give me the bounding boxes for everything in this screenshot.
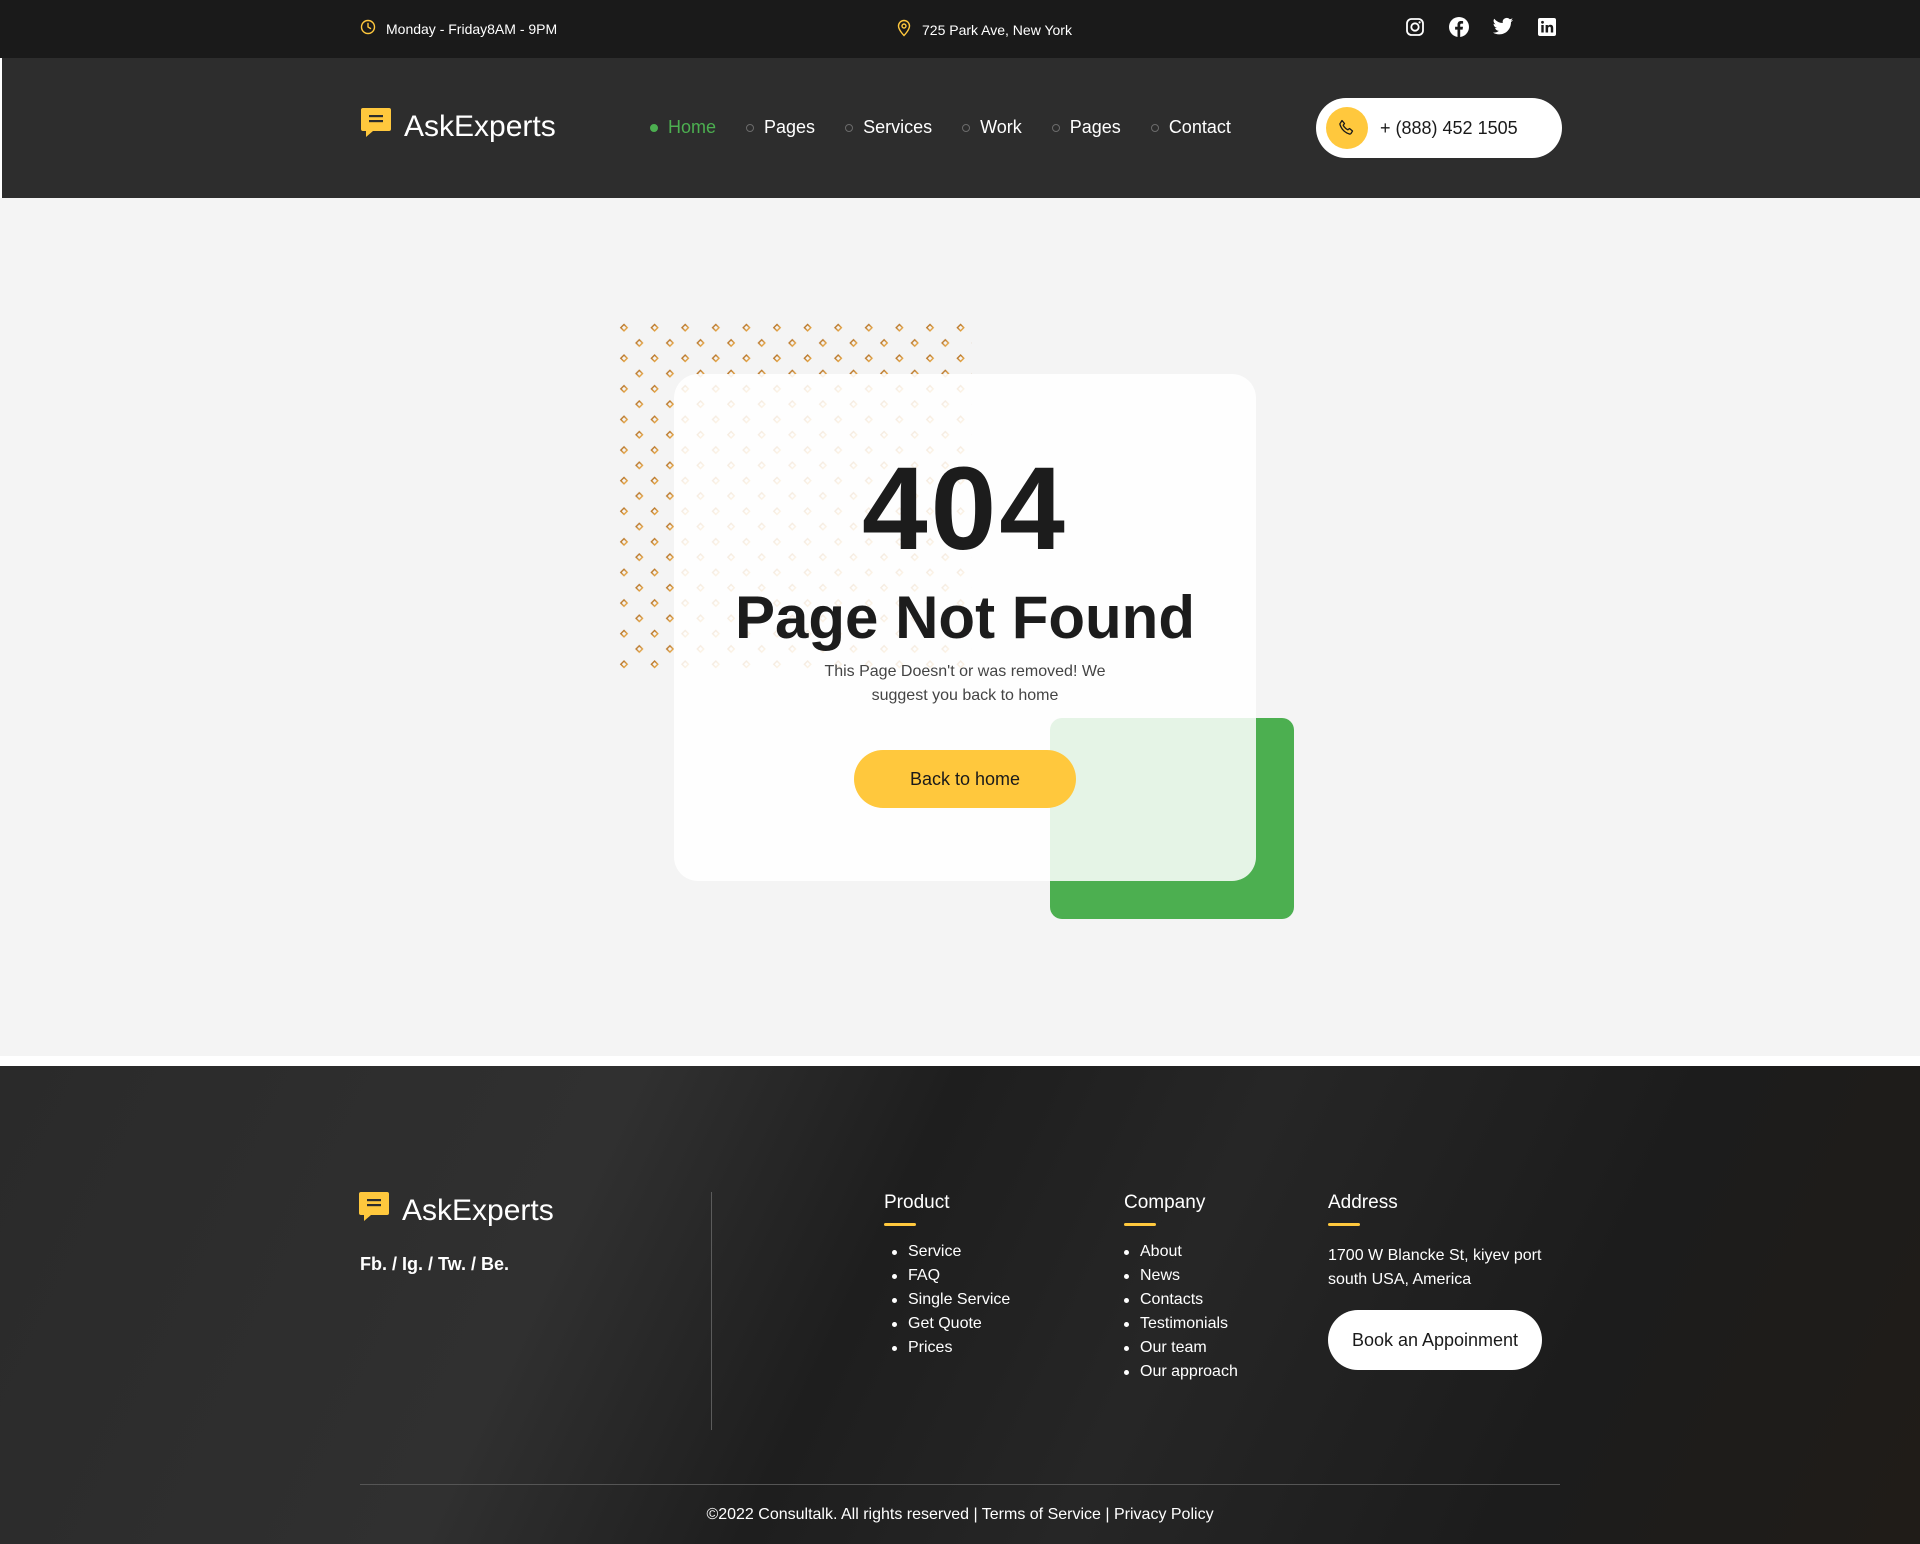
- main-header: AskExperts Home Pages Services Work Page…: [0, 58, 1920, 198]
- error-code: 404: [862, 443, 1068, 575]
- nav-item-services[interactable]: Services: [845, 117, 932, 138]
- site-footer: AskExperts Fb. / Ig. / Tw. / Be. Product…: [0, 1066, 1920, 1544]
- nav-dot: [845, 123, 854, 132]
- social-links: [1404, 16, 1558, 38]
- nav-item-contact[interactable]: Contact: [1150, 117, 1231, 138]
- nav-dot: [650, 123, 658, 132]
- chat-bubble-logo-icon: [360, 106, 392, 148]
- footer-address-column: Address 1700 W Blancke St, kiyev port so…: [1328, 1192, 1568, 1370]
- nav-dot: [746, 123, 755, 132]
- nav-dot: [1051, 123, 1060, 132]
- nav-dot: [962, 123, 971, 132]
- footer-link-news[interactable]: News: [1124, 1264, 1238, 1288]
- footer-link-get-quote[interactable]: Get Quote: [884, 1312, 1010, 1336]
- nav-item-home[interactable]: Home: [650, 117, 716, 138]
- footer-product-title: Product: [884, 1192, 1010, 1226]
- footer-link-our-approach[interactable]: Our approach: [1124, 1360, 1238, 1384]
- top-address: 725 Park Ave, New York: [896, 19, 1072, 40]
- phone-number: + (888) 452 1505: [1380, 117, 1518, 138]
- privacy-policy-link[interactable]: Privacy Policy: [1114, 1506, 1214, 1523]
- error-title: Page Not Found: [735, 584, 1195, 651]
- footer-address-title: Address: [1328, 1192, 1568, 1226]
- opening-hours: Monday - Friday8AM - 9PM: [360, 19, 557, 38]
- instagram-icon[interactable]: [1404, 16, 1426, 38]
- brand-name: AskExperts: [404, 110, 556, 143]
- top-address-text: 725 Park Ave, New York: [922, 21, 1072, 38]
- footer-product-column: Product Service FAQ Single Service Get Q…: [884, 1192, 1010, 1360]
- nav-label: Services: [863, 117, 933, 137]
- twitter-icon[interactable]: [1492, 16, 1514, 38]
- nav-label: Contact: [1168, 117, 1231, 137]
- facebook-icon[interactable]: [1448, 16, 1470, 38]
- copyright-bar: ©2022 Consultalk. All rights reserved | …: [0, 1506, 1920, 1524]
- footer-bottom-divider: [360, 1484, 1560, 1485]
- footer-link-faq[interactable]: FAQ: [884, 1264, 1010, 1288]
- error-card: 404 Page Not Found This Page Doesn't or …: [674, 374, 1256, 881]
- footer-link-prices[interactable]: Prices: [884, 1336, 1010, 1360]
- main-nav: Home Pages Services Work Pages Contact: [650, 117, 1231, 138]
- copyright-text: ©2022 Consultalk. All rights reserved |: [706, 1506, 978, 1523]
- footer-brand-logo[interactable]: AskExperts: [358, 1190, 554, 1232]
- footer-link-contacts[interactable]: Contacts: [1124, 1288, 1238, 1312]
- footer-company-title: Company: [1124, 1192, 1238, 1226]
- nav-dot: [1150, 123, 1159, 132]
- copyright-separator: |: [1105, 1506, 1110, 1523]
- top-bar: Monday - Friday8AM - 9PM 725 Park Ave, N…: [0, 0, 1920, 58]
- nav-label: Home: [668, 117, 717, 137]
- chat-bubble-logo-icon: [358, 1190, 390, 1232]
- footer-link-single-service[interactable]: Single Service: [884, 1288, 1010, 1312]
- nav-label: Work: [980, 117, 1022, 137]
- footer-social-links[interactable]: Fb. / Ig. / Tw. / Be.: [360, 1254, 509, 1275]
- phone-icon: [1326, 107, 1368, 149]
- error-description: This Page Doesn't or was removed! We sug…: [824, 663, 1106, 704]
- location-pin-icon: [896, 19, 912, 40]
- error-section: 404 Page Not Found This Page Doesn't or …: [0, 198, 1920, 1056]
- footer-link-about[interactable]: About: [1124, 1240, 1238, 1264]
- footer-divider: [711, 1192, 712, 1430]
- nav-label: Pages: [764, 117, 816, 137]
- clock-icon: [360, 19, 376, 38]
- terms-of-service-link[interactable]: Terms of Service: [982, 1506, 1101, 1523]
- opening-hours-text: Monday - Friday8AM - 9PM: [386, 20, 558, 37]
- book-appointment-button[interactable]: Book an Appoinment: [1328, 1310, 1542, 1370]
- footer-link-our-team[interactable]: Our team: [1124, 1336, 1238, 1360]
- footer-link-service[interactable]: Service: [884, 1240, 1010, 1264]
- brand-logo[interactable]: AskExperts: [360, 106, 556, 148]
- nav-label: Pages: [1069, 117, 1121, 137]
- nav-item-work[interactable]: Work: [962, 117, 1022, 138]
- footer-brand-name: AskExperts: [402, 1194, 554, 1227]
- nav-item-pages[interactable]: Pages: [746, 117, 815, 138]
- linkedin-icon[interactable]: [1536, 16, 1558, 38]
- nav-item-pages-2[interactable]: Pages: [1051, 117, 1121, 138]
- footer-address-text: 1700 W Blancke St, kiyev port south USA,…: [1328, 1247, 1542, 1288]
- footer-link-testimonials[interactable]: Testimonials: [1124, 1312, 1238, 1336]
- phone-button[interactable]: + (888) 452 1505: [1316, 98, 1562, 158]
- back-to-home-button[interactable]: Back to home: [854, 750, 1076, 808]
- footer-company-column: Company About News Contacts Testimonials…: [1124, 1192, 1238, 1384]
